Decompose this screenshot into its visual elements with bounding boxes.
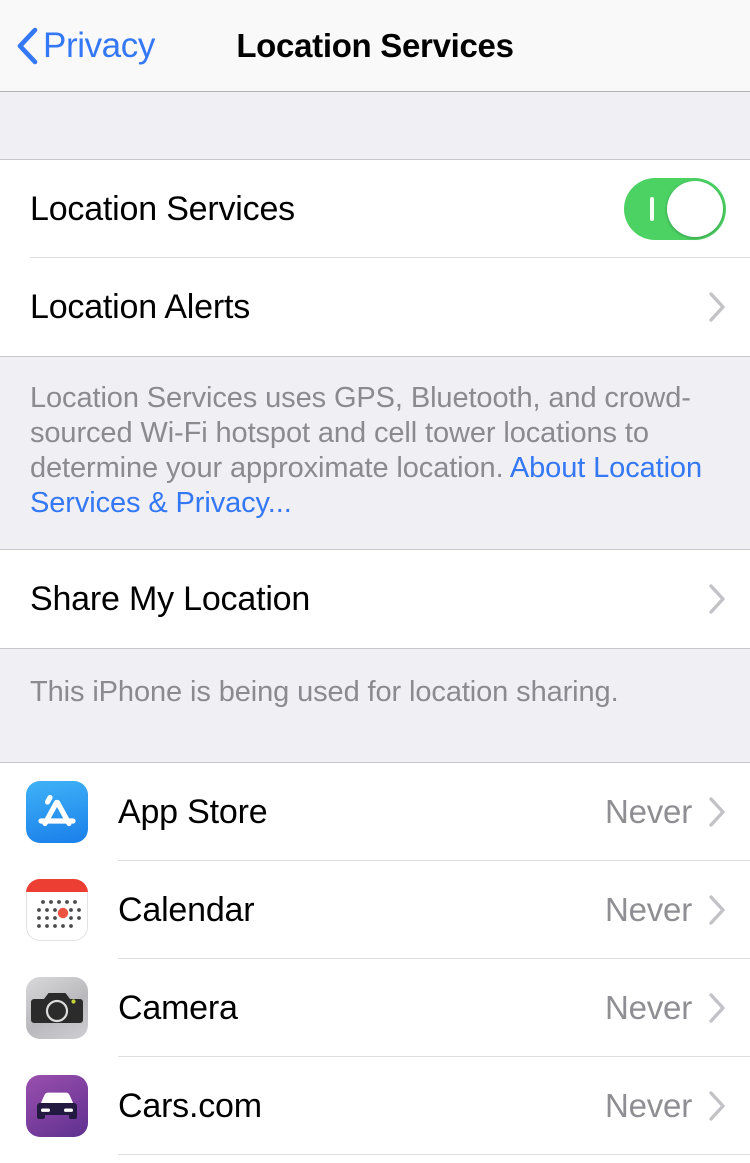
chevron-right-icon: [709, 797, 725, 827]
cars-com-icon: [26, 1075, 88, 1137]
row-separator: [118, 1154, 750, 1155]
list-item-camera[interactable]: Camera Never: [0, 959, 750, 1057]
share-description-text: This iPhone is being used for location s…: [30, 676, 619, 708]
share-location-description: This iPhone is being used for location s…: [0, 648, 750, 763]
page-title: Location Services: [236, 26, 514, 64]
chevron-right-icon: [709, 292, 725, 322]
row-share-my-location[interactable]: Share My Location: [0, 550, 750, 648]
row-label-share-my-location: Share My Location: [30, 579, 311, 618]
app-name: App Store: [118, 792, 268, 831]
calendar-icon: [26, 879, 88, 941]
list-item-cars-com[interactable]: Cars.com Never: [0, 1057, 750, 1155]
section-spacer-top: [0, 92, 750, 160]
camera-icon: [26, 977, 88, 1039]
app-name: Camera: [118, 988, 238, 1027]
app-name: Cars.com: [118, 1086, 262, 1125]
share-location-group: Share My Location: [0, 550, 750, 648]
app-permission-value: Never: [604, 793, 692, 830]
row-location-alerts[interactable]: Location Alerts: [0, 258, 750, 356]
chevron-right-icon: [709, 1091, 725, 1121]
chevron-right-icon: [709, 584, 725, 614]
row-label-location-services: Location Services: [30, 189, 295, 228]
chevron-right-icon: [709, 895, 725, 925]
row-label-location-alerts: Location Alerts: [30, 287, 251, 326]
location-services-description: Location Services uses GPS, Bluetooth, a…: [0, 356, 750, 550]
app-name: Calendar: [118, 890, 255, 929]
app-permission-value: Never: [604, 989, 692, 1026]
app-permission-value: Never: [604, 891, 692, 928]
location-services-screen: Privacy Location Services Location Servi…: [0, 0, 750, 1163]
navigation-bar: Privacy Location Services: [0, 0, 750, 92]
chevron-right-icon: [709, 993, 725, 1023]
app-permissions-list: App Store Never Calendar Never Camera Ne…: [0, 763, 750, 1155]
toggle-knob: [667, 181, 723, 237]
location-settings-group: Location Services Location Alerts: [0, 160, 750, 356]
list-item-calendar[interactable]: Calendar Never: [0, 861, 750, 959]
app-permission-value: Never: [604, 1087, 692, 1124]
row-location-services-toggle[interactable]: Location Services: [0, 160, 750, 258]
app-store-icon: [26, 781, 88, 843]
description-text: Location Services uses GPS, Bluetooth, a…: [30, 381, 720, 521]
toggle-on-indicator: [650, 197, 654, 221]
location-services-toggle[interactable]: [624, 178, 726, 240]
list-item-app-store[interactable]: App Store Never: [0, 763, 750, 861]
